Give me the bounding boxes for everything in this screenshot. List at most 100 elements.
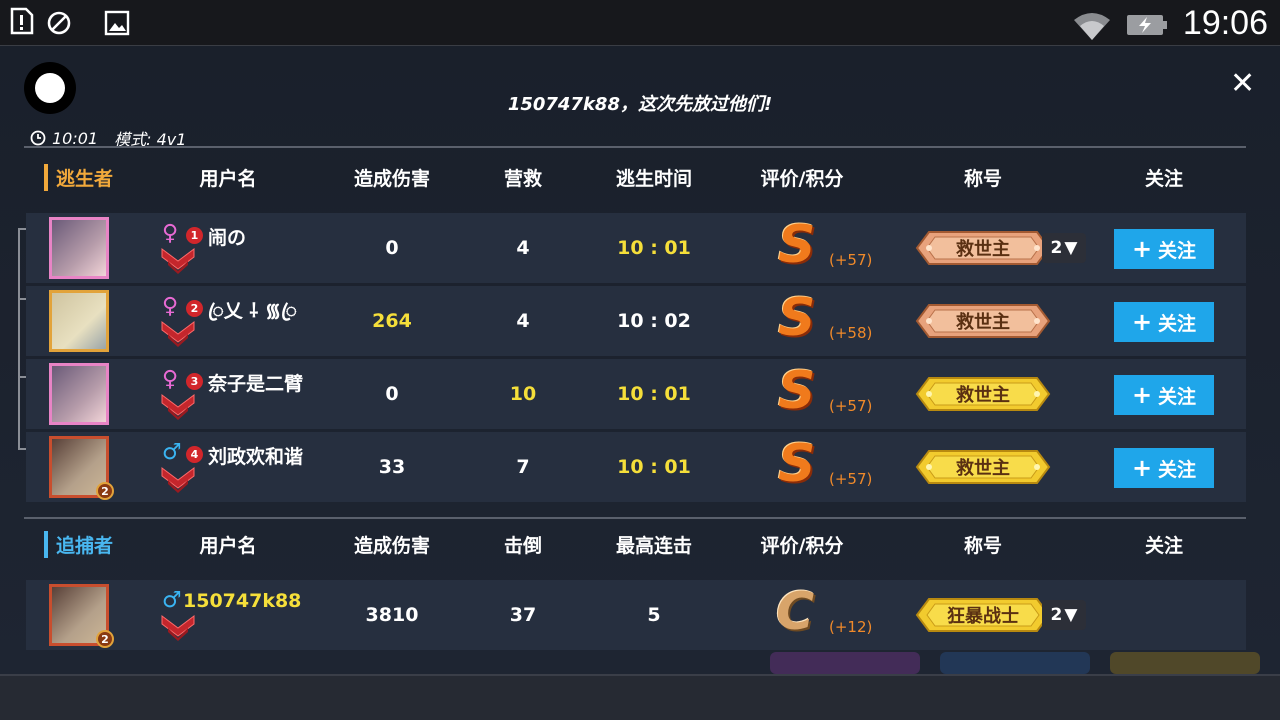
grade-s-icon: S [778, 434, 816, 494]
follow-button[interactable]: + 关注 [1114, 375, 1214, 415]
rank-chevron-icon [161, 615, 195, 641]
title-count-value: 2 [1050, 238, 1063, 258]
rank-badge: 4 [186, 446, 203, 463]
plus-icon: + [1131, 235, 1153, 263]
survivor-damage: 264 [372, 310, 412, 332]
rank-chevron-icon [161, 467, 195, 493]
survivor-header: 逃生者 用户名 造成伤害 营救 逃生时间 评价/积分 称号 关注 [0, 164, 1280, 191]
follow-button[interactable]: + 关注 [1114, 448, 1214, 488]
col-username: 用户名 [199, 535, 257, 557]
divider [24, 146, 1246, 148]
hunter-damage: 3810 [365, 604, 419, 626]
male-icon: ♂ [162, 588, 182, 613]
survivor-damage: 33 [378, 456, 406, 478]
survivor-title-badge: 救世主 [915, 448, 1051, 486]
survivor-rescue: 7 [516, 456, 530, 478]
survivor-rescue: 4 [516, 237, 530, 259]
bottom-bar [0, 674, 1280, 720]
survivor-username: 刘政欢和谐 [208, 446, 304, 468]
rank-badge: 2 [186, 300, 203, 317]
survivor-rescue: 10 [509, 383, 537, 405]
survivor-title: 救世主 [956, 312, 1010, 333]
close-icon[interactable]: ✕ [1230, 66, 1255, 101]
follow-label: 关注 [1158, 458, 1197, 481]
survivor-points: (+57) [829, 470, 873, 488]
survivor-escape-time: 10 : 02 [617, 310, 691, 332]
col-rescue: 营救 [503, 168, 543, 190]
survivor-avatar[interactable] [49, 217, 109, 279]
hunter-username: 150747k88 [183, 590, 302, 612]
hunter-title: 狂暴战士 [947, 606, 1019, 627]
col-damage: 造成伤害 [353, 535, 431, 557]
survivor-rescue: 4 [516, 310, 530, 332]
rank-badge: 1 [186, 227, 203, 244]
col-combo: 最高连击 [615, 535, 693, 557]
male-icon: ♂ [162, 440, 182, 465]
match-time: 10:01 [52, 128, 99, 148]
survivor-row: ♀ 1 闹の 0 4 10 : 01 S (+57) 救世主 2 ▼ + 关注 [26, 213, 1246, 283]
female-icon: ♀ [162, 221, 179, 246]
follow-label: 关注 [1158, 312, 1197, 335]
title-count[interactable]: 2 ▼ [1042, 600, 1086, 630]
hunter-combo: 5 [647, 604, 661, 626]
avatar-level-badge: 2 [96, 482, 114, 500]
survivor-title: 救世主 [956, 458, 1010, 479]
warning-icon [10, 7, 34, 35]
survivor-row: ♀ 2 ꦿ乂 ⸸ ᯾ꦿ 264 4 10 : 02 S (+58) 救世主 + … [26, 286, 1246, 356]
result-title: 150747k88，这次先放过他们! [507, 94, 773, 115]
title-count-value: 2 [1050, 605, 1063, 625]
col-rating: 评价/积分 [760, 168, 844, 190]
survivor-escape-time: 10 : 01 [617, 456, 691, 478]
female-icon: ♀ [162, 294, 179, 319]
rank-badge: 3 [186, 373, 203, 390]
survivor-username: ꦿ乂 ⸸ ᯾ꦿ [208, 300, 297, 322]
bg-glow [770, 652, 920, 674]
col-follow: 关注 [1144, 535, 1184, 557]
hunter-title-badge: 狂暴战士 [915, 596, 1051, 634]
follow-label: 关注 [1158, 385, 1197, 408]
section-label-survivors: 逃生者 [44, 164, 113, 191]
survivor-damage: 0 [385, 237, 399, 259]
survivor-title: 救世主 [956, 239, 1010, 260]
follow-button[interactable]: + 关注 [1114, 229, 1214, 269]
chevron-down-icon: ▼ [1064, 238, 1078, 258]
col-title: 称号 [963, 535, 1003, 557]
title-count[interactable]: 2 ▼ [1042, 233, 1086, 263]
survivor-damage: 0 [385, 383, 399, 405]
grade-s-icon: S [778, 288, 816, 348]
survivor-points: (+57) [829, 251, 873, 269]
survivor-points: (+57) [829, 397, 873, 415]
plus-icon: + [1131, 308, 1153, 336]
survivor-title-badge: 救世主 [915, 302, 1051, 340]
wifi-icon [1074, 13, 1110, 40]
female-icon: ♀ [162, 367, 179, 392]
hunter-row: 2 ♂ 150747k88 3810 37 5 C (+12) 狂暴战士 2 ▼ [26, 580, 1246, 650]
grade-s-icon: S [778, 215, 816, 275]
survivor-row: 2 ♂ 4 刘政欢和谐 33 7 10 : 01 S (+57) 救世主 + 关… [26, 432, 1246, 502]
survivor-title: 救世主 [956, 385, 1010, 406]
follow-button[interactable]: + 关注 [1114, 302, 1214, 342]
survivor-title-badge: 救世主 [915, 229, 1051, 267]
chevron-down-icon: ▼ [1064, 605, 1078, 625]
status-bar: 19:06 [0, 0, 1280, 46]
survivor-avatar[interactable] [49, 290, 109, 352]
grade-s-icon: S [778, 361, 816, 421]
bg-glow [1110, 652, 1260, 674]
clock-icon [30, 130, 46, 146]
survivor-escape-time: 10 : 01 [617, 237, 691, 259]
follow-label: 关注 [1158, 239, 1197, 262]
col-username: 用户名 [199, 168, 257, 190]
hunter-points: (+12) [829, 618, 873, 636]
rank-chevron-icon [161, 248, 195, 274]
divider [24, 517, 1246, 519]
survivor-username: 闹の [208, 227, 247, 249]
rank-chevron-icon [161, 394, 195, 420]
plus-icon: + [1131, 454, 1153, 482]
plus-icon: + [1131, 381, 1153, 409]
col-escape-time: 逃生时间 [615, 168, 693, 190]
block-icon [47, 11, 71, 35]
col-knockdowns: 击倒 [503, 535, 543, 557]
survivor-avatar[interactable] [49, 363, 109, 425]
col-title: 称号 [963, 168, 1003, 190]
rank-chevron-icon [161, 321, 195, 347]
